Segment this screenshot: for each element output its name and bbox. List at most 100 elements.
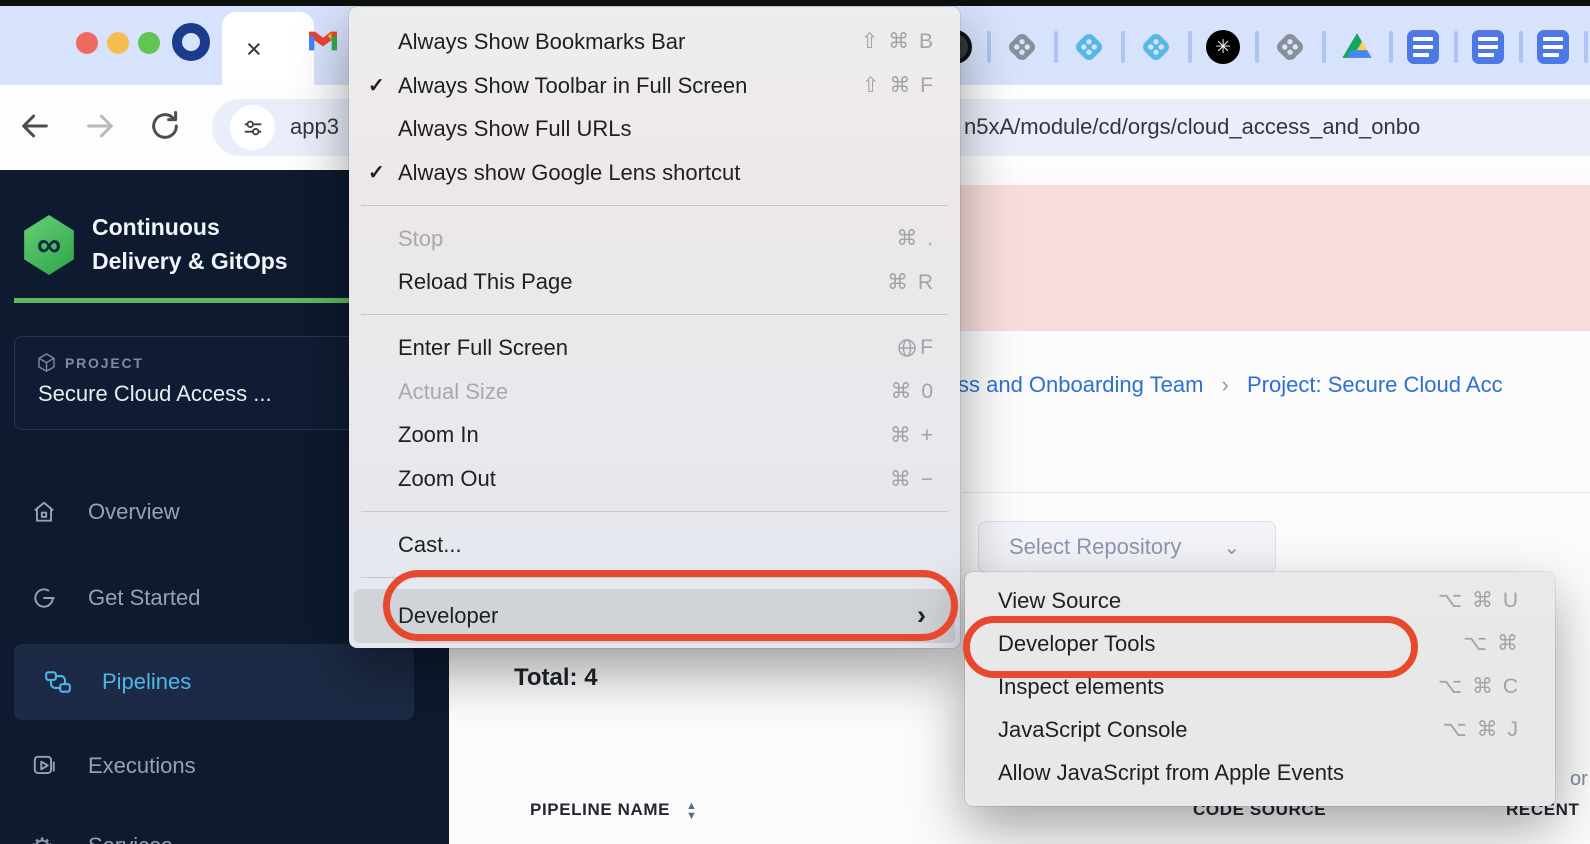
forward-icon[interactable] bbox=[83, 109, 117, 143]
sidebar-item-label: Get Started bbox=[88, 585, 201, 611]
sort-icon[interactable]: ▲▼ bbox=[686, 801, 698, 821]
tab-favicon-diamond-gray-icon[interactable] bbox=[1273, 30, 1307, 64]
menu-item-label: Enter Full Screen bbox=[398, 335, 568, 361]
tab-favicon-diamond-gray-icon[interactable] bbox=[1005, 30, 1039, 64]
tab-favicon-chatgpt-icon[interactable]: ✳ bbox=[1206, 30, 1240, 64]
tab-favicon-diamond-blue-icon[interactable] bbox=[1139, 30, 1173, 64]
menu-shortcut: ⌘ R bbox=[887, 270, 935, 295]
menu-item-always-show-google-lens[interactable]: ✓ Always show Google Lens shortcut bbox=[349, 151, 960, 195]
select-repository-label: Select Repository bbox=[1009, 534, 1181, 560]
globe-icon bbox=[897, 338, 917, 358]
macos-close-button[interactable] bbox=[76, 32, 98, 54]
tab-favicon-google-docs-icon[interactable] bbox=[1537, 30, 1569, 64]
clipped-text-fragment: or bbox=[1570, 768, 1588, 791]
select-repository-dropdown[interactable]: Select Repository ⌄ bbox=[978, 521, 1276, 573]
menu-separator bbox=[349, 195, 960, 217]
menu-item-label: Zoom In bbox=[398, 422, 479, 448]
menu-item-label: View Source bbox=[998, 588, 1121, 614]
tab-separator bbox=[1454, 31, 1458, 63]
breadcrumb-project-link[interactable]: Project: Secure Cloud Acc bbox=[1247, 372, 1503, 397]
submenu-item-javascript-console[interactable]: JavaScript Console⌥ ⌘ J bbox=[965, 708, 1555, 751]
menu-item-label: JavaScript Console bbox=[998, 717, 1188, 743]
menu-item-zoom-out[interactable]: Zoom Out ⌘ − bbox=[349, 457, 960, 501]
view-menu: Always Show Bookmarks Bar⇧ ⌘ B ✓ Always S… bbox=[349, 7, 960, 648]
executions-icon bbox=[30, 752, 58, 780]
breadcrumb-separator: › bbox=[1222, 372, 1229, 397]
gmail-icon[interactable] bbox=[307, 28, 339, 54]
tab-separator bbox=[1188, 31, 1192, 63]
chevron-down-icon: ⌄ bbox=[1223, 535, 1240, 560]
tab-separator bbox=[1255, 31, 1259, 63]
site-settings-tune-icon[interactable] bbox=[230, 105, 275, 150]
menu-item-cast[interactable]: Cast... bbox=[349, 523, 960, 567]
menu-item-label: Always Show Full URLs bbox=[398, 116, 632, 142]
tab-close-icon[interactable]: × bbox=[246, 34, 262, 64]
sidebar-item-label: Pipelines bbox=[102, 669, 191, 695]
menu-item-label: Always Show Toolbar in Full Screen bbox=[398, 73, 747, 99]
shrunken-tabs-row: ✳ bbox=[938, 27, 1588, 67]
module-title: Continuous Delivery & GitOps bbox=[92, 210, 288, 278]
column-label: PIPELINE NAME bbox=[530, 800, 670, 819]
get-started-icon bbox=[30, 584, 58, 612]
menu-item-label: Allow JavaScript from Apple Events bbox=[998, 760, 1344, 786]
cube-icon bbox=[37, 353, 56, 373]
menu-item-always-show-toolbar[interactable]: ✓ Always Show Toolbar in Full Screen ⇧ ⌘ F bbox=[349, 64, 960, 108]
sidebar-item-executions[interactable]: Executions bbox=[0, 740, 449, 792]
menu-item-always-show-bookmarks-bar[interactable]: Always Show Bookmarks Bar⇧ ⌘ B bbox=[349, 20, 960, 64]
menu-item-label: Zoom Out bbox=[398, 466, 496, 492]
menu-shortcut: ⇧ ⌘ B bbox=[861, 29, 935, 54]
menu-shortcut: ⇧ ⌘ F bbox=[862, 73, 935, 98]
menu-item-label: Reload This Page bbox=[398, 269, 573, 295]
checkmark-icon: ✓ bbox=[368, 73, 385, 98]
checkmark-icon: ✓ bbox=[368, 160, 385, 185]
menu-item-always-show-full-urls[interactable]: Always Show Full URLs bbox=[349, 107, 960, 151]
tab-favicon-diamond-blue-icon[interactable] bbox=[1072, 30, 1106, 64]
menu-separator bbox=[349, 501, 960, 523]
annotation-circle-developer-tools bbox=[963, 616, 1418, 678]
breadcrumb-org-link[interactable]: ss and Onboarding Team bbox=[958, 372, 1203, 397]
macos-minimize-button[interactable] bbox=[107, 32, 129, 54]
total-count: Total: 4 bbox=[514, 664, 598, 692]
breadcrumb: ss and Onboarding Team › Project: Secure… bbox=[958, 372, 1590, 398]
project-label: PROJECT bbox=[65, 355, 144, 371]
menu-item-enter-full-screen[interactable]: Enter Full Screen F bbox=[349, 326, 960, 370]
tab-separator bbox=[1519, 31, 1523, 63]
menu-item-actual-size: Actual Size⌘ 0 bbox=[349, 370, 960, 414]
menu-item-label: Cast... bbox=[398, 532, 462, 558]
module-title-line2: Delivery & GitOps bbox=[92, 244, 288, 278]
infinity-glyph: ∞ bbox=[37, 226, 61, 265]
reload-icon[interactable] bbox=[148, 109, 182, 143]
menu-shortcut: ⌥ ⌘ bbox=[1463, 631, 1520, 656]
menu-shortcut: ⌥ ⌘ C bbox=[1438, 674, 1520, 699]
shortcut-key: F bbox=[920, 336, 935, 360]
tab-favicon-google-docs-icon[interactable] bbox=[1472, 30, 1504, 64]
url-text-left: app3 bbox=[290, 114, 339, 140]
menu-shortcut: ⌘ . bbox=[896, 226, 935, 251]
gear-icon: ⚙ bbox=[30, 833, 54, 844]
menu-item-label: Always show Google Lens shortcut bbox=[398, 160, 740, 186]
sidebar-item-label: Services bbox=[88, 833, 172, 844]
back-icon[interactable] bbox=[18, 109, 52, 143]
module-title-line1: Continuous bbox=[92, 210, 288, 244]
tab-favicon-google-drive-icon[interactable] bbox=[1340, 30, 1374, 64]
tab-separator bbox=[1121, 31, 1125, 63]
tab-separator bbox=[1389, 31, 1393, 63]
home-icon bbox=[30, 498, 58, 526]
menu-item-zoom-in[interactable]: Zoom In⌘ + bbox=[349, 414, 960, 458]
macos-zoom-button[interactable] bbox=[138, 32, 160, 54]
menu-item-label: Actual Size bbox=[398, 379, 508, 405]
menu-item-reload-this-page[interactable]: Reload This Page ⌘ R bbox=[349, 260, 960, 304]
submenu-item-allow-javascript-apple-events[interactable]: Allow JavaScript from Apple Events bbox=[965, 751, 1555, 794]
menu-separator bbox=[349, 304, 960, 326]
menu-item-stop: Stop⌘ . bbox=[349, 217, 960, 261]
menu-shortcut: ⌘ − bbox=[890, 467, 935, 492]
chatgpt-glyph: ✳ bbox=[1215, 36, 1231, 59]
cd-module-logo-icon: ∞ bbox=[22, 215, 76, 275]
tab-favicon-google-docs-icon[interactable] bbox=[1407, 30, 1439, 64]
tab-separator bbox=[987, 31, 991, 63]
url-text-right: n5xA/module/cd/orgs/cloud_access_and_onb… bbox=[964, 114, 1590, 140]
active-tab[interactable]: × bbox=[222, 12, 314, 91]
tab-favicon-ring-icon[interactable] bbox=[172, 23, 210, 61]
column-header-pipeline-name[interactable]: PIPELINE NAME ▲▼ bbox=[530, 800, 698, 821]
sidebar-item-pipelines[interactable]: Pipelines bbox=[14, 644, 414, 720]
